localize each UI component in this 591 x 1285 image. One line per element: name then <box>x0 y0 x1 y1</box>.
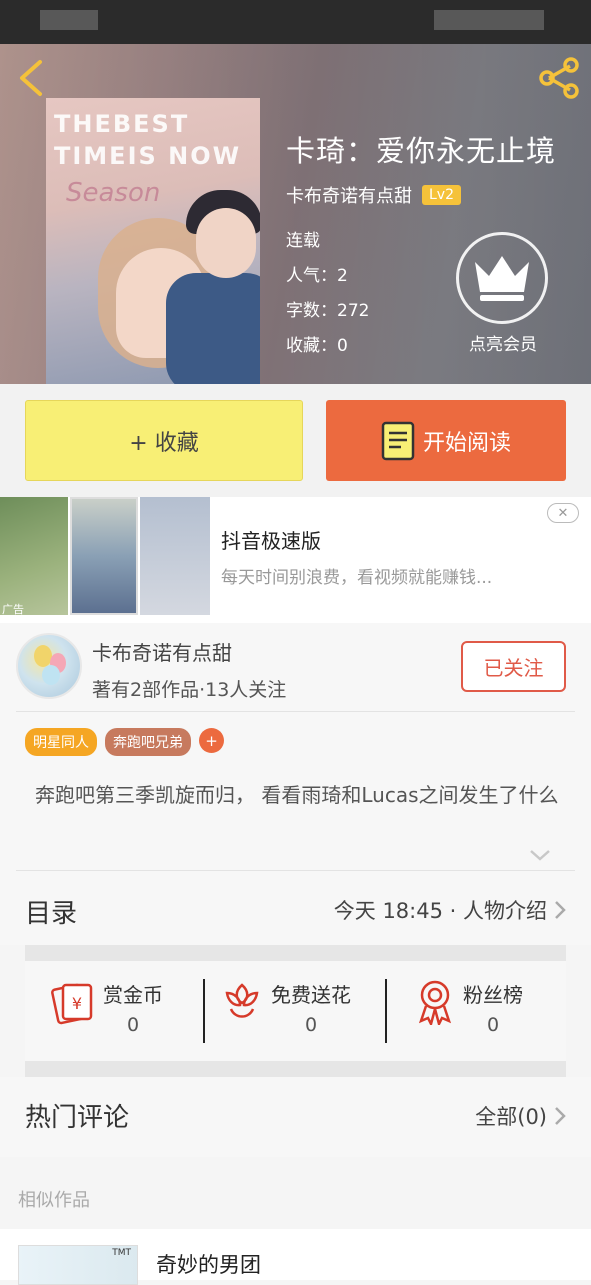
ad-image <box>140 497 210 615</box>
similar-title: 奇妙的男团 <box>156 1253 261 1277</box>
book-favorites: 收藏：0 <box>286 336 348 356</box>
book-cover[interactable]: THEBEST TIMEIS NOW Season <box>46 98 260 384</box>
divider <box>203 979 205 1043</box>
gift-value: 0 <box>304 1014 318 1036</box>
author-line[interactable]: 卡布奇诺有点甜 Lv2 <box>286 182 461 208</box>
book-header: THEBEST TIMEIS NOW Season 卡琦：爱你永无止境 卡布奇诺… <box>0 44 591 384</box>
back-button[interactable] <box>12 56 52 100</box>
comments-row[interactable]: 热门评论 全部(0) <box>0 1077 591 1157</box>
section-band <box>25 945 566 961</box>
divider <box>385 979 387 1043</box>
vip-label: 点亮会员 <box>469 335 537 355</box>
ad-banner[interactable]: 广告 抖音极速版 每天时间别浪费，看视频就能赚钱... ✕ <box>0 497 591 623</box>
cover-title-text: THEBEST TIMEIS NOW <box>54 110 242 170</box>
add-tag-button[interactable]: + <box>199 728 224 753</box>
chevron-right-icon <box>555 1107 566 1125</box>
gift-label: 赏金币 <box>103 983 163 1007</box>
all-comments-link[interactable]: 全部(0) <box>475 1101 567 1131</box>
book-popularity: 人气：2 <box>286 266 348 286</box>
gift-value: 0 <box>486 1014 500 1036</box>
book-word-count: 字数：272 <box>286 301 370 321</box>
latest-chapter: 今天 18:45 · 人物介绍 <box>333 899 547 923</box>
book-status: 连载 <box>286 231 320 251</box>
author-card-stats: 著有2部作品·13人关注 <box>92 679 287 701</box>
ad-image <box>0 497 68 615</box>
chevron-down-icon[interactable] <box>528 847 552 863</box>
ad-description: 每天时间别浪费，看视频就能赚钱... <box>221 568 493 588</box>
tag-item[interactable]: 奔跑吧兄弟 <box>105 728 191 756</box>
ad-image <box>70 497 138 615</box>
status-icons-blur <box>434 10 544 30</box>
ad-close-button[interactable]: ✕ <box>547 503 579 523</box>
comments-title: 热门评论 <box>25 1103 130 1133</box>
start-reading-button[interactable]: 开始阅读 <box>326 400 566 481</box>
book-title: 卡琦：爱你永无止境 <box>286 134 557 168</box>
ad-tag: 广告 <box>2 603 24 616</box>
start-reading-label: 开始阅读 <box>422 430 511 456</box>
divider <box>16 711 575 712</box>
tag-list: 明星同人 奔跑吧兄弟 + <box>25 728 224 756</box>
ad-title: 抖音极速版 <box>221 529 321 553</box>
similar-heading: 相似作品 <box>18 1190 90 1211</box>
coin-envelope-icon: ¥ <box>51 983 93 1025</box>
catalog-row[interactable]: 目录 今天 18:45 · 人物介绍 <box>0 871 591 945</box>
follow-button[interactable]: 已关注 <box>461 641 566 692</box>
avatar[interactable] <box>16 633 82 699</box>
synopsis: 奔跑吧第三季凯旋而归， 看看雨琦和Lucas之间发生了什么 <box>35 783 559 807</box>
medal-icon <box>418 980 452 1025</box>
catalog-title: 目录 <box>25 899 78 929</box>
all-comments-label: 全部(0) <box>475 1105 547 1129</box>
status-bar <box>0 0 591 44</box>
action-bar: + 收藏 开始阅读 <box>0 384 591 497</box>
flower-icon <box>225 983 259 1018</box>
chevron-left-icon <box>20 60 42 96</box>
catalog-latest[interactable]: 今天 18:45 · 人物介绍 <box>334 895 567 925</box>
thumbnail-badge: TMT <box>112 1248 131 1258</box>
gift-coin[interactable]: ¥ 赏金币 0 <box>51 979 163 1043</box>
book-icon <box>381 421 415 460</box>
gift-row: ¥ 赏金币 0 免费送花 0 粉丝榜 0 <box>25 961 566 1061</box>
similar-thumbnail: TMT <box>18 1245 138 1285</box>
tag-item[interactable]: 明星同人 <box>25 728 97 756</box>
author-section: 卡布奇诺有点甜 著有2部作品·13人关注 已关注 明星同人 奔跑吧兄弟 + 奔跑… <box>0 623 591 871</box>
status-carrier-blur <box>40 10 98 30</box>
author-name[interactable]: 卡布奇诺有点甜 <box>286 182 412 208</box>
section-band <box>25 1061 566 1077</box>
crown-icon <box>475 256 529 301</box>
chevron-right-icon <box>555 901 566 919</box>
gift-label: 粉丝榜 <box>463 983 523 1007</box>
share-button[interactable] <box>537 56 581 100</box>
gift-flower[interactable]: 免费送花 0 <box>221 979 351 1043</box>
book-meta: 连载 人气：2 字数：272 收藏：0 <box>286 224 369 364</box>
gift-fans-rank[interactable]: 粉丝榜 0 <box>415 979 523 1043</box>
author-card-name[interactable]: 卡布奇诺有点甜 <box>92 637 232 666</box>
share-icon <box>539 57 579 99</box>
vip-button[interactable]: 点亮会员 <box>456 232 548 355</box>
favorite-button[interactable]: + 收藏 <box>25 400 303 481</box>
similar-item[interactable]: TMT 奇妙的男团 <box>0 1229 591 1285</box>
gift-value: 0 <box>126 1014 140 1036</box>
gift-label: 免费送花 <box>271 983 351 1007</box>
svg-text:¥: ¥ <box>72 994 82 1013</box>
level-badge: Lv2 <box>422 185 461 205</box>
